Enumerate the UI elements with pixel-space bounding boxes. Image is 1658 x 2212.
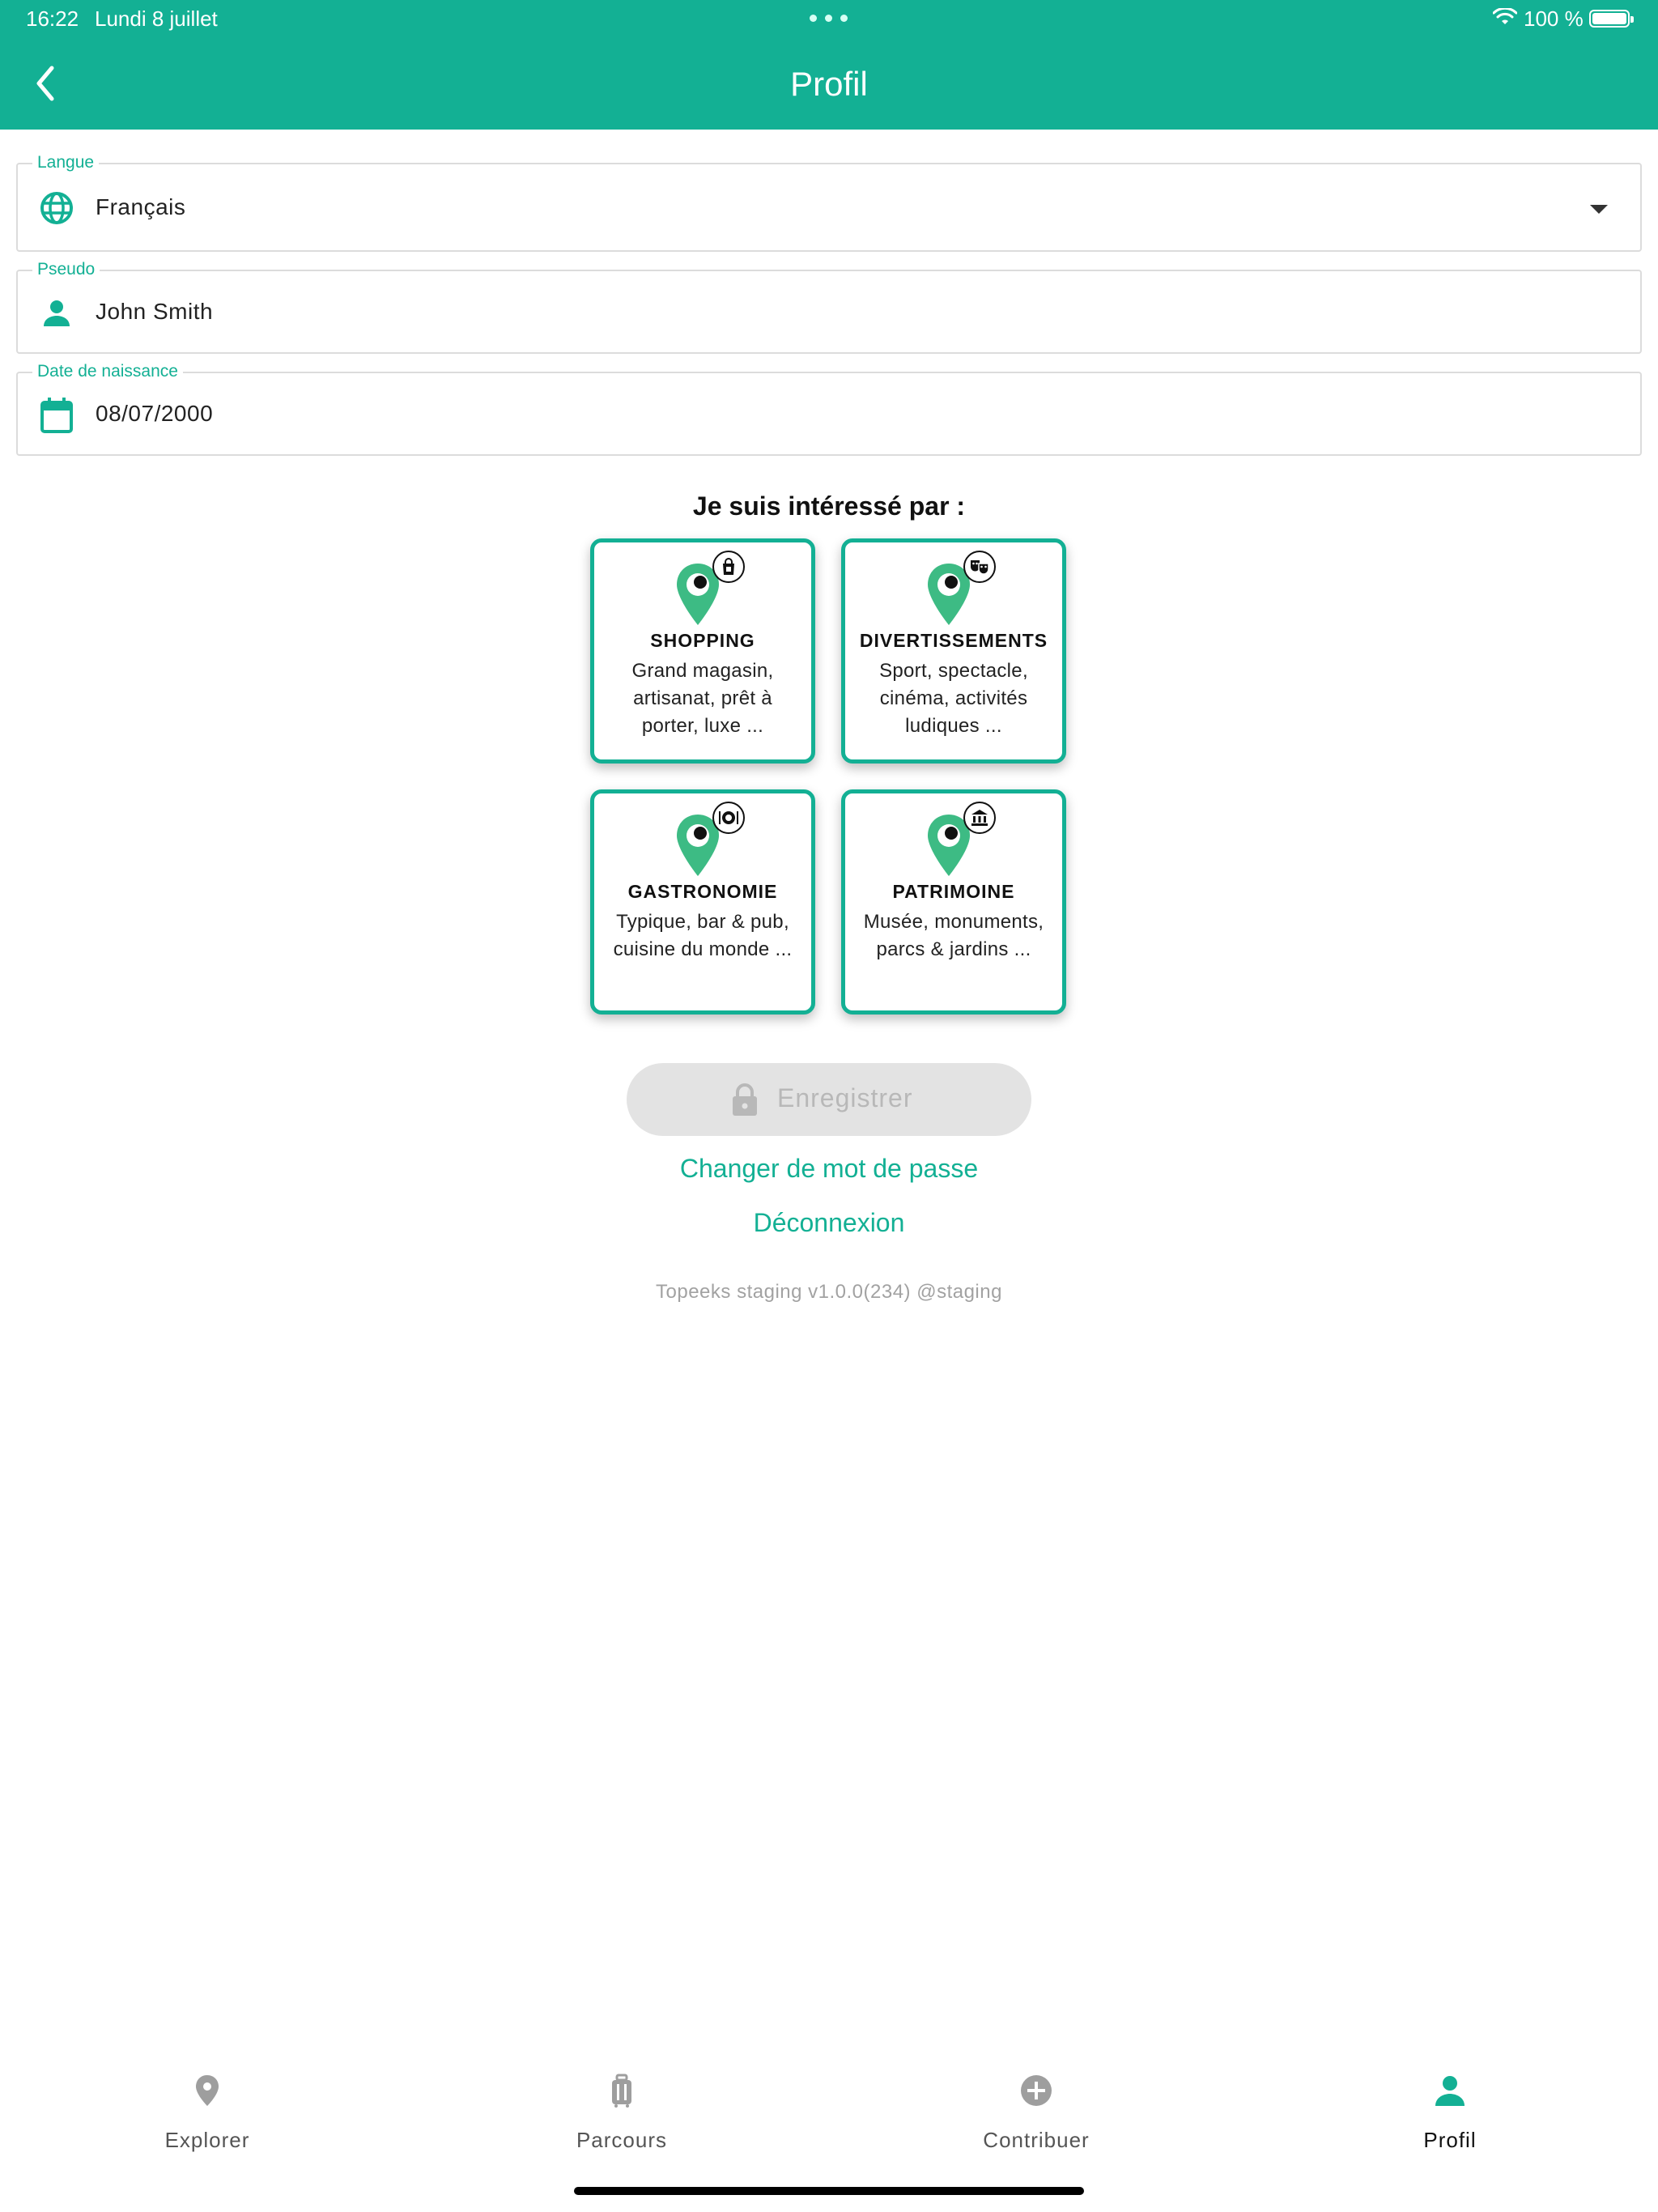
battery-icon xyxy=(1589,10,1634,28)
app-version: Topeeks staging v1.0.0(234) @staging xyxy=(656,1281,1002,1303)
interest-name: DIVERTISSEMENTS xyxy=(859,630,1048,651)
birthdate-label: Date de naissance xyxy=(32,362,183,381)
shopping-bag-icon xyxy=(712,551,745,583)
nav-label: Profil xyxy=(1423,2128,1477,2152)
save-button-label: Enregistrer xyxy=(777,1083,913,1112)
interest-card-divertissements[interactable]: DIVERTISSEMENTS Sport, spectacle, cinéma… xyxy=(841,538,1066,764)
battery-percentage: 100 % xyxy=(1524,6,1584,31)
theater-masks-icon xyxy=(963,551,996,583)
interest-card-patrimoine[interactable]: PATRIMOINE Musée, monuments, parcs & jar… xyxy=(841,789,1066,1015)
interest-name: SHOPPING xyxy=(650,630,755,651)
globe-icon xyxy=(40,192,73,224)
plus-circle-icon xyxy=(1021,2075,1052,2106)
interest-description: Sport, spectacle, cinéma, activités ludi… xyxy=(879,660,1028,737)
map-pin-icon xyxy=(196,2075,219,2106)
person-icon xyxy=(44,300,70,326)
calendar-icon xyxy=(40,398,73,433)
person-icon xyxy=(1435,2076,1465,2106)
nav-explorer[interactable]: Explorer xyxy=(86,2073,329,2162)
plate-cutlery-icon xyxy=(712,802,745,834)
multitasking-dots-icon[interactable] xyxy=(810,15,848,23)
save-button[interactable]: Enregistrer xyxy=(627,1063,1031,1136)
pseudo-value: John Smith xyxy=(96,299,214,324)
interest-description: Typique, bar & pub, cuisine du monde ... xyxy=(613,911,793,960)
dropdown-arrow-icon[interactable] xyxy=(1590,205,1608,214)
app-header: 16:22 Lundi 8 juillet 100 % Profil xyxy=(0,0,1658,130)
language-select[interactable]: Langue Français xyxy=(16,153,1642,252)
page-title: Profil xyxy=(790,65,868,103)
nav-parcours[interactable]: Parcours xyxy=(500,2073,743,2162)
interests-heading: Je suis intéressé par : xyxy=(692,491,966,521)
nav-label: Parcours xyxy=(576,2128,668,2152)
nav-profil[interactable]: Profil xyxy=(1329,2073,1571,2162)
home-indicator[interactable] xyxy=(574,2187,1084,2195)
status-date: Lundi 8 juillet xyxy=(95,6,218,31)
interest-description: Grand magasin, artisanat, prêt à porter,… xyxy=(631,660,774,737)
status-time: 16:22 xyxy=(26,6,79,31)
interest-name: GASTRONOMIE xyxy=(627,881,778,902)
interest-card-gastronomie[interactable]: GASTRONOMIE Typique, bar & pub, cuisine … xyxy=(590,789,815,1015)
lock-icon xyxy=(733,1083,757,1116)
birthdate-value: 08/07/2000 xyxy=(96,401,214,426)
nav-label: Explorer xyxy=(164,2128,250,2152)
birthdate-field[interactable]: Date de naissance 08/07/2000 xyxy=(16,362,1642,456)
pseudo-field[interactable]: Pseudo John Smith xyxy=(16,260,1642,354)
interest-description: Musée, monuments, parcs & jardins ... xyxy=(863,911,1044,960)
luggage-icon xyxy=(612,2074,631,2108)
nav-label: Contribuer xyxy=(983,2128,1090,2152)
nav-contribuer[interactable]: Contribuer xyxy=(915,2073,1158,2162)
interest-name: PATRIMOINE xyxy=(892,881,1015,902)
change-password-link[interactable]: Changer de mot de passe xyxy=(0,1154,1658,1184)
logout-link[interactable]: Déconnexion xyxy=(0,1208,1658,1238)
interest-card-shopping[interactable]: SHOPPING Grand magasin, artisanat, prêt … xyxy=(590,538,815,764)
museum-icon xyxy=(963,802,996,834)
language-value: Français xyxy=(96,194,186,219)
language-label: Langue xyxy=(32,153,100,172)
pseudo-label: Pseudo xyxy=(32,260,100,279)
wifi-icon xyxy=(1493,8,1517,24)
